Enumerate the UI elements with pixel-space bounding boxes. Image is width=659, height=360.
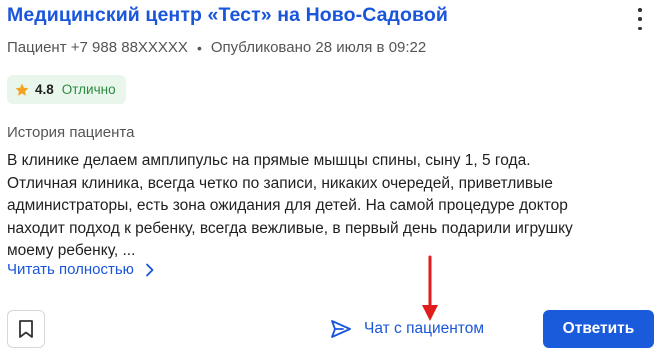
review-line: В клинике делаем амплипульс на прямые мы… (7, 152, 531, 169)
chat-with-patient-button[interactable]: Чат с пациентом (330, 312, 484, 346)
bookmark-button[interactable] (7, 310, 45, 348)
bookmark-icon (19, 320, 33, 338)
reply-button[interactable]: Ответить (543, 310, 654, 348)
review-line: моему ребенку, ... (7, 242, 136, 259)
review-meta: Пациент +7 988 88XXXXX • Опубликовано 28… (7, 39, 426, 56)
review-line: находит подход к ребенку, всегда вежливы… (7, 219, 573, 237)
rating-badge: 4.8 Отлично (7, 75, 126, 104)
meta-separator: • (196, 39, 202, 56)
rating-score: 4.8 (35, 82, 54, 97)
chat-label: Чат с пациентом (364, 320, 485, 337)
send-icon (331, 320, 351, 338)
review-text: В клинике делаем амплипульс на прямые мы… (7, 150, 647, 263)
patient-phone: Пациент +7 988 88XXXXX (7, 39, 188, 56)
star-icon (15, 83, 29, 96)
chevron-right-icon (146, 263, 154, 276)
read-more-link[interactable]: Читать полностью (7, 261, 154, 278)
review-title[interactable]: Медицинский центр «Тест» на Ново-Садовой (7, 4, 448, 27)
history-label: История пациента (7, 124, 135, 141)
kebab-menu-icon[interactable] (630, 8, 650, 30)
review-card: Медицинский центр «Тест» на Ново-Садовой… (0, 0, 659, 360)
review-line: администраторы, есть зона ожидания для д… (7, 197, 568, 214)
review-line: Отличная клиника, всегда четко по записи… (7, 174, 553, 192)
rating-label: Отлично (61, 82, 116, 97)
published-date: Опубликовано 28 июля в 09:22 (210, 39, 427, 56)
read-more-label: Читать полностью (7, 261, 134, 278)
